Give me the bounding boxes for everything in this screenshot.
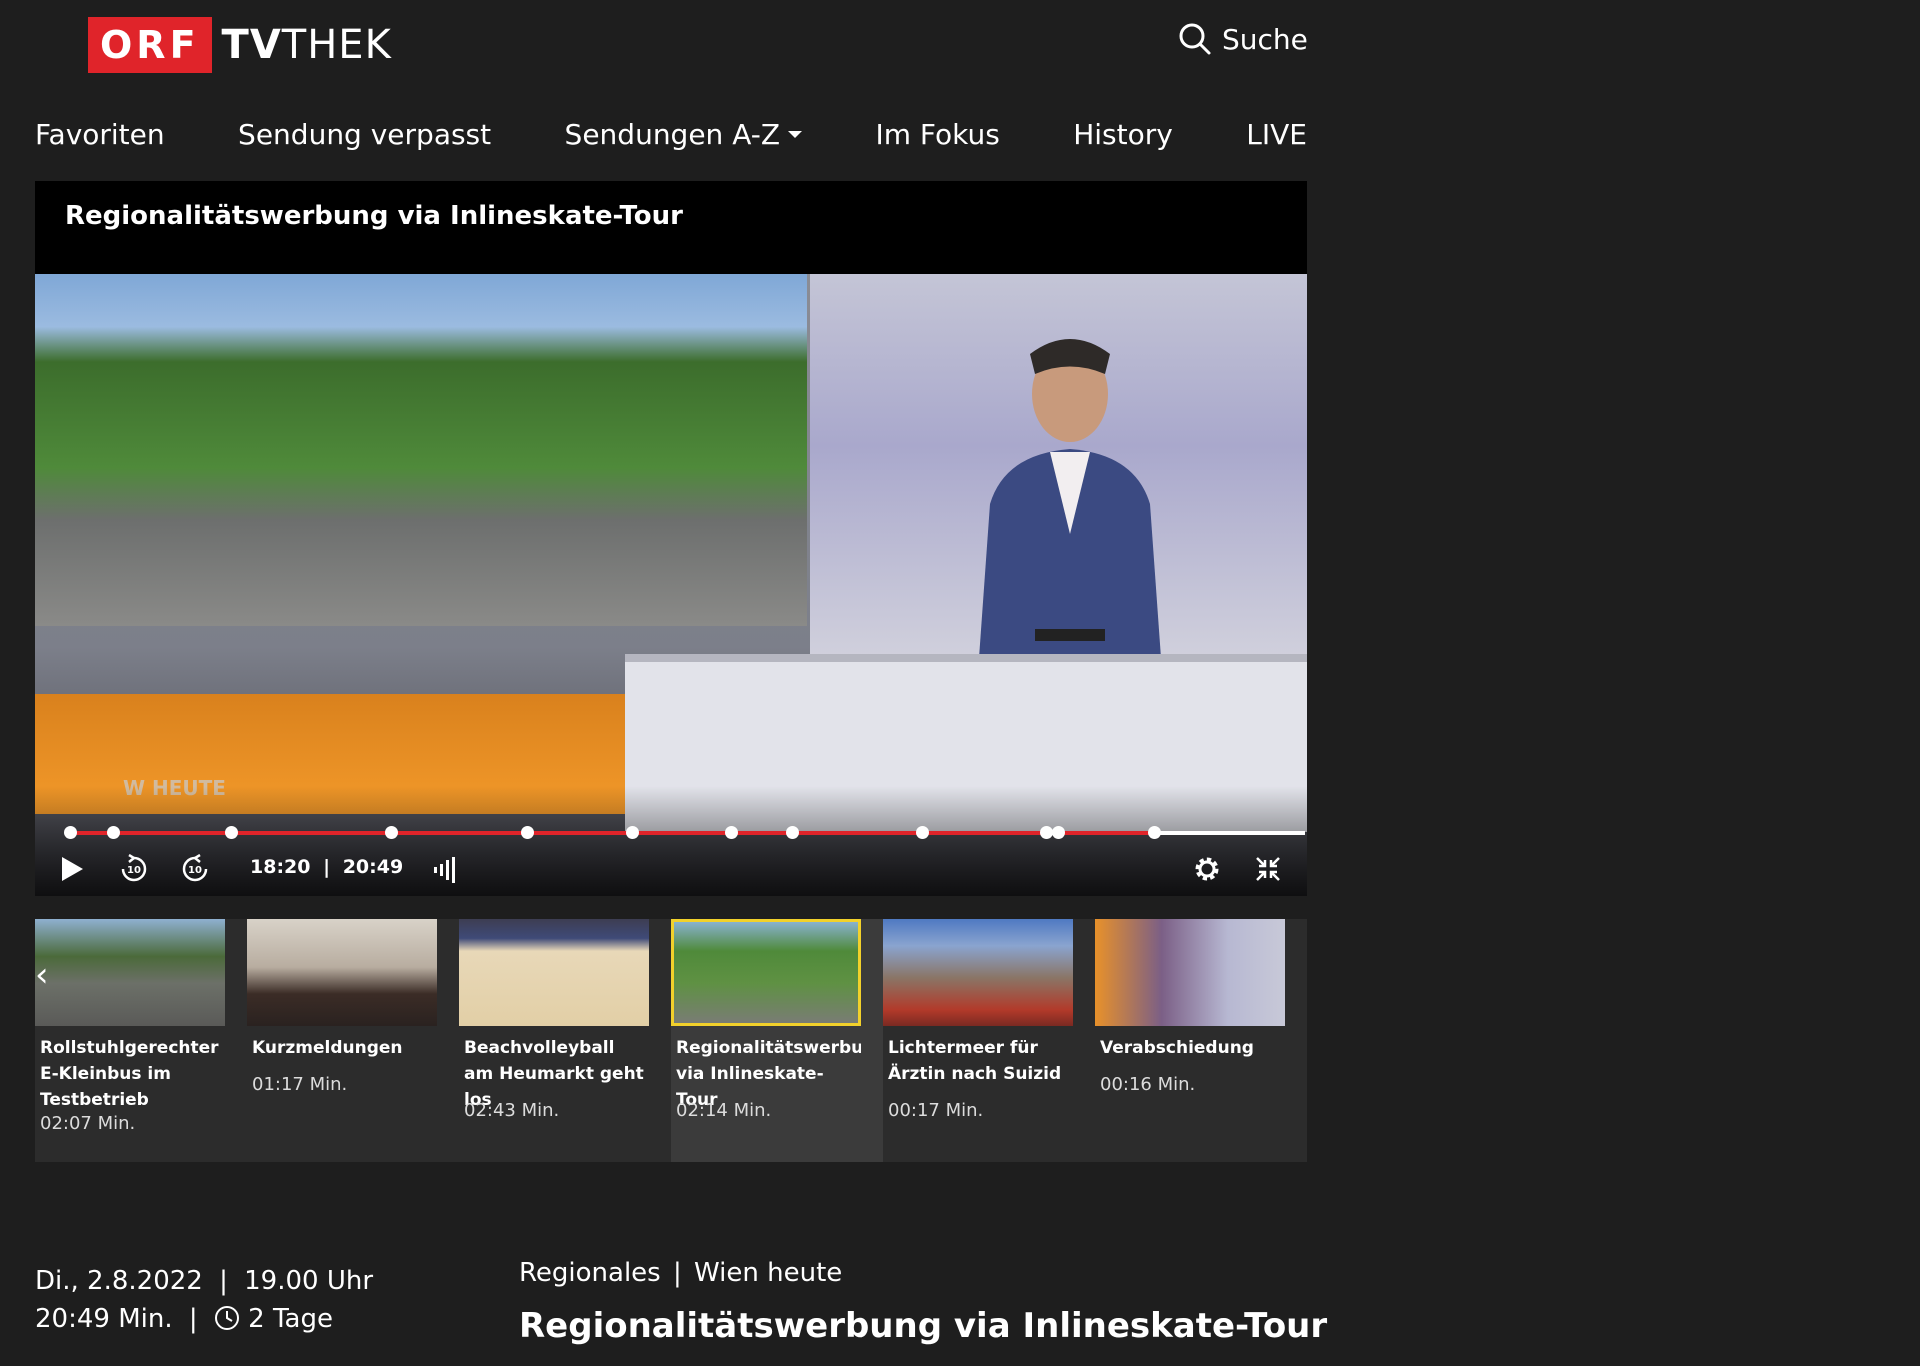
broadcast-time: 19.00 Uhr	[244, 1266, 374, 1296]
video-inset-skater	[35, 274, 807, 626]
segment-duration: 02:07 Min.	[40, 1113, 136, 1134]
forward-10-icon[interactable]: 10	[180, 854, 210, 884]
nav-label: LIVE	[1246, 118, 1307, 151]
header: ORF TV THEK Suche	[0, 0, 1920, 90]
search-button[interactable]: Suche	[1178, 22, 1308, 56]
nav-label: Favoriten	[35, 118, 165, 151]
nav-item-favoriten[interactable]: Favoriten	[35, 118, 165, 151]
nav-label: Sendungen A-Z	[564, 118, 781, 151]
segment-card[interactable]: Beachvolleyball am Heumarkt geht los 02:…	[459, 919, 671, 1162]
segment-title: Rollstuhlgerechter E-Kleinbus im Testbet…	[40, 1038, 219, 1110]
broadcast-date: Di., 2.8.2022	[35, 1266, 203, 1296]
nav-item-sendungen-a-z[interactable]: Sendungen A-Z	[564, 118, 803, 151]
segment-card[interactable]: ‹ Rollstuhlgerechter E-Kleinbus im Testb…	[35, 919, 247, 1162]
chapter-marker[interactable]	[724, 826, 738, 839]
segment-duration: 00:17 Min.	[888, 1100, 984, 1121]
breadcrumb: Regionales | Wien heute	[519, 1258, 1327, 1288]
play-icon[interactable]	[59, 855, 85, 883]
nav-label: Sendung verpasst	[238, 118, 492, 151]
broadcast-length: 20:49 Min.	[35, 1304, 173, 1334]
chapter-marker[interactable]	[625, 826, 639, 839]
segment-duration: 01:17 Min.	[252, 1074, 348, 1095]
svg-text:10: 10	[127, 865, 141, 876]
video-frame[interactable]: W HEUTE	[35, 274, 1307, 896]
segment-title: Kurzmeldungen	[252, 1038, 403, 1058]
search-icon	[1179, 23, 1211, 55]
segment-card[interactable]: Kurzmeldungen 01:17 Min.	[247, 919, 459, 1162]
segment-card[interactable]: Verabschiedung 00:16 Min.	[1095, 919, 1307, 1162]
chevron-left-icon[interactable]: ‹	[35, 955, 57, 995]
volume-icon[interactable]	[433, 855, 459, 883]
video-player: Regionalitätswerbung via Inlineskate-Tou…	[35, 181, 1307, 896]
chapter-marker[interactable]	[224, 826, 238, 839]
nav-item-sendung-verpasst[interactable]: Sendung verpasst	[238, 118, 491, 151]
broadcast-date-row: Di., 2.8.2022 | 19.00 Uhr	[35, 1262, 373, 1300]
segment-card-active[interactable]: Regionalitätswerbung via Inlineskate-Tou…	[671, 919, 883, 1162]
chapter-marker[interactable]	[1039, 826, 1053, 839]
segment-thumbnail	[1095, 919, 1285, 1026]
segment-rail: ‹ Rollstuhlgerechter E-Kleinbus im Testb…	[35, 919, 1307, 1162]
logo-tv: TV	[221, 22, 282, 68]
player-controls: 10 10 18:20 | 20:49	[35, 849, 1307, 889]
breadcrumb-category[interactable]: Regionales	[519, 1258, 661, 1288]
time-separator: |	[323, 856, 331, 878]
nav-label: Im Fokus	[875, 118, 1000, 151]
svg-text:10: 10	[188, 865, 202, 876]
chapter-marker[interactable]	[1052, 826, 1065, 839]
time-total: 20:49	[342, 856, 404, 878]
time-current: 18:20	[250, 856, 311, 878]
main-nav: Favoriten Sendung verpasst Sendungen A-Z…	[35, 118, 1307, 151]
chapter-marker[interactable]	[64, 826, 77, 839]
timecode: 18:20 | 20:49	[250, 856, 403, 878]
episode-title: Regionalitätswerbung via Inlineskate-Tou…	[519, 1306, 1328, 1346]
breadcrumb-show[interactable]: Wien heute	[694, 1258, 842, 1288]
chapter-marker[interactable]	[385, 826, 399, 839]
progress-bar[interactable]	[64, 826, 1305, 839]
segment-duration: 00:16 Min.	[1100, 1074, 1196, 1095]
nav-item-im-fokus[interactable]: Im Fokus	[875, 118, 999, 151]
segment-duration: 02:43 Min.	[464, 1100, 560, 1121]
gear-icon[interactable]	[1192, 854, 1222, 884]
segment-duration: 02:14 Min.	[676, 1100, 772, 1121]
clock-icon	[214, 1306, 239, 1330]
segment-title: Verabschiedung	[1100, 1038, 1254, 1058]
segment-card[interactable]: Lichtermeer für Ärztin nach Suizid 00:17…	[883, 919, 1095, 1162]
segment-thumbnail	[671, 919, 861, 1026]
segment-title: Lichtermeer für Ärztin nach Suizid	[888, 1038, 1062, 1084]
logo-orf: ORF	[88, 17, 212, 73]
broadcast-meta: Di., 2.8.2022 | 19.00 Uhr 20:49 Min. | 2…	[35, 1262, 373, 1338]
fullscreen-exit-icon[interactable]	[1254, 855, 1282, 883]
broadcast-length-row: 20:49 Min. | 2 Tage	[35, 1300, 373, 1338]
player-title: Regionalitätswerbung via Inlineskate-Tou…	[65, 201, 683, 231]
episode-info: Regionales | Wien heute Regionalitätswer…	[519, 1258, 1327, 1346]
rewind-10-icon[interactable]: 10	[119, 854, 149, 884]
nav-item-live[interactable]: LIVE	[1246, 118, 1307, 151]
segment-thumbnail	[459, 919, 649, 1026]
segment-thumbnail	[35, 919, 225, 1026]
meta-separator: |	[219, 1266, 228, 1296]
search-label: Suche	[1222, 22, 1308, 56]
segment-thumbnail	[247, 919, 437, 1026]
breadcrumb-separator: |	[672, 1258, 682, 1288]
availability: 2 Tage	[248, 1304, 333, 1334]
nav-label: History	[1073, 118, 1173, 151]
nav-item-history[interactable]: History	[1073, 118, 1173, 151]
chapter-marker[interactable]	[520, 826, 534, 839]
orf-tvthek-logo[interactable]: ORF TV THEK	[88, 17, 392, 73]
chevron-down-icon	[788, 131, 803, 138]
meta-separator: |	[188, 1304, 198, 1334]
segment-thumbnail	[883, 919, 1073, 1026]
logo-thek: THEK	[281, 22, 392, 68]
